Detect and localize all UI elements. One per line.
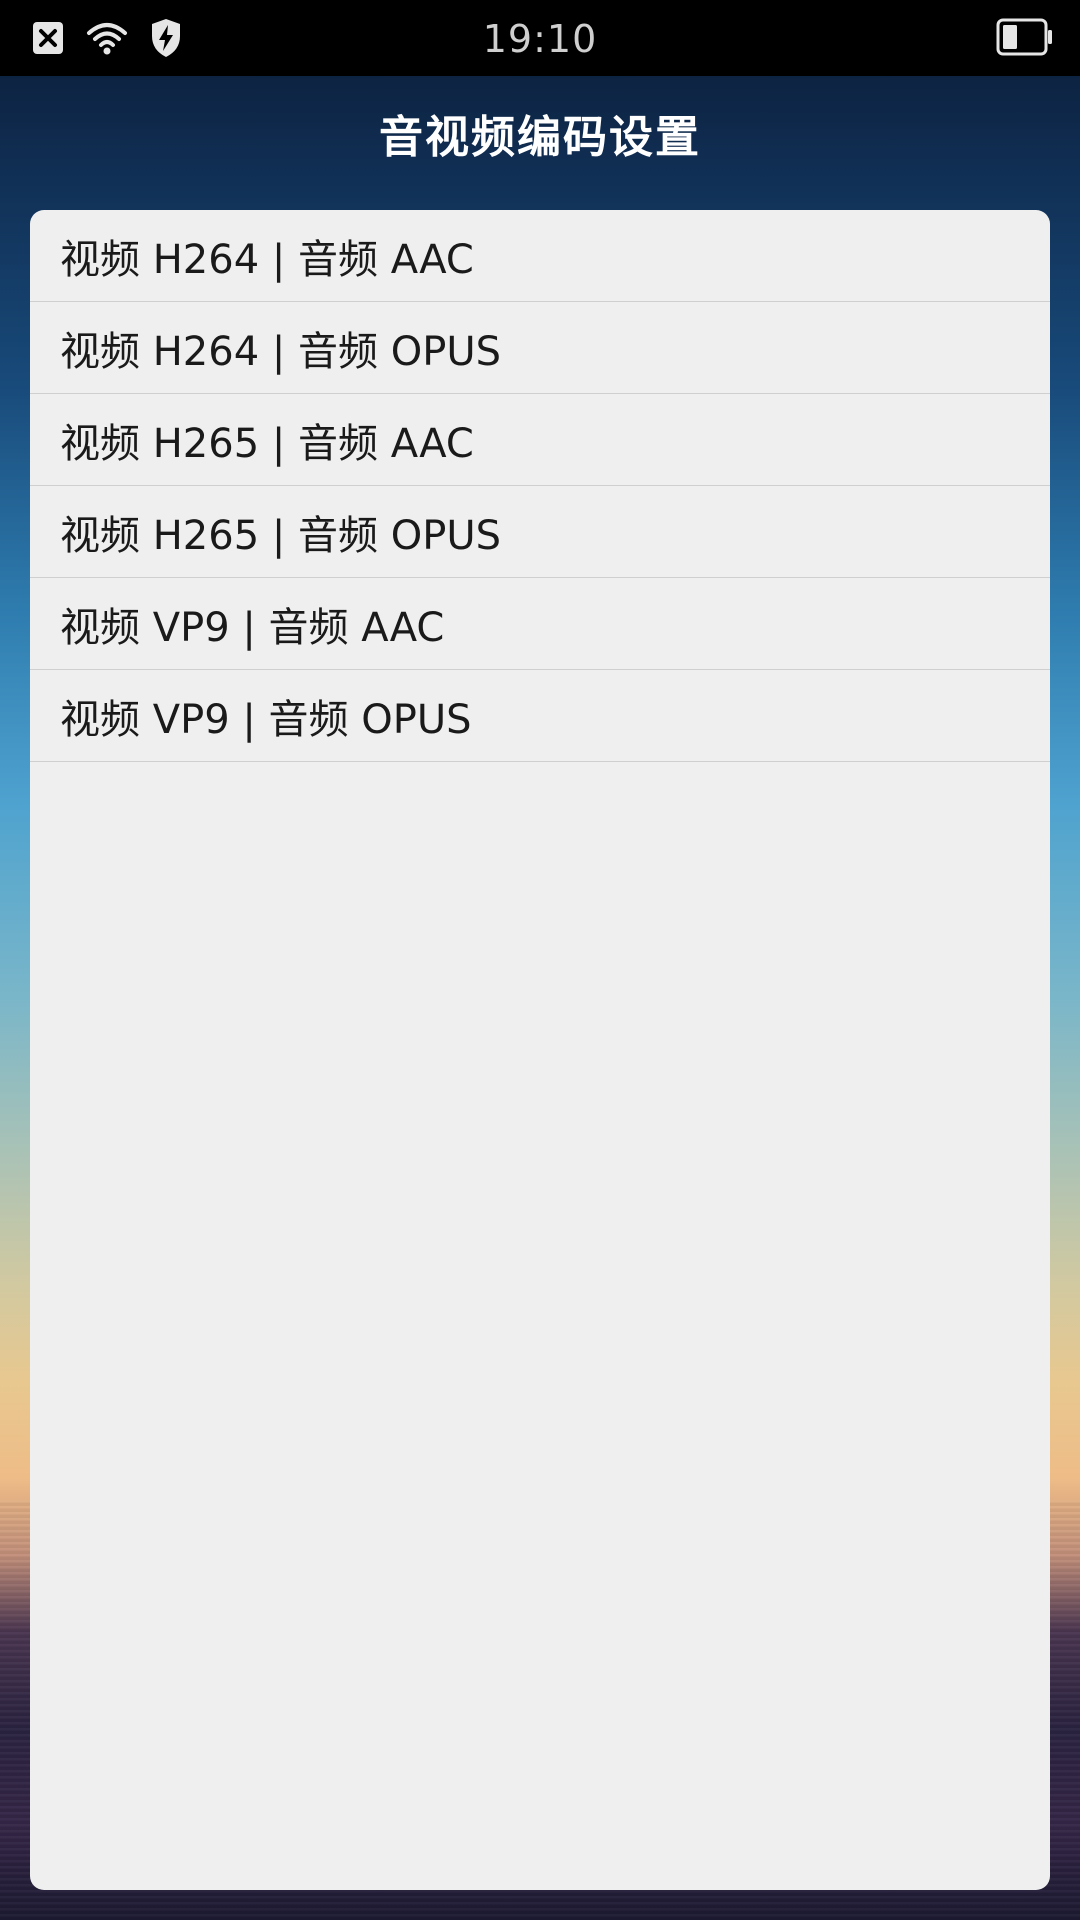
- codec-list: 视频 H264 | 音频 AAC 视频 H264 | 音频 OPUS 视频 H2…: [30, 210, 1050, 762]
- page-title: 音视频编码设置: [379, 112, 701, 163]
- battery-icon: [996, 18, 1054, 60]
- list-item-vp9-aac[interactable]: 视频 VP9 | 音频 AAC: [30, 578, 1050, 670]
- list-item-h265-opus[interactable]: 视频 H265 | 音频 OPUS: [30, 486, 1050, 578]
- screen: 19:10 音视频编码设置 视频 H264 | 音频 AAC 视频 H264 |…: [0, 0, 1080, 1920]
- list-item-h264-aac[interactable]: 视频 H264 | 音频 AAC: [30, 210, 1050, 302]
- status-bar: 19:10: [0, 0, 1080, 76]
- codec-list-panel: 视频 H264 | 音频 AAC 视频 H264 | 音频 OPUS 视频 H2…: [30, 210, 1050, 1890]
- list-item-vp9-opus[interactable]: 视频 VP9 | 音频 OPUS: [30, 670, 1050, 762]
- list-item-h264-opus[interactable]: 视频 H264 | 音频 OPUS: [30, 302, 1050, 394]
- list-item-h265-aac[interactable]: 视频 H265 | 音频 AAC: [30, 394, 1050, 486]
- status-bar-time: 19:10: [482, 17, 598, 61]
